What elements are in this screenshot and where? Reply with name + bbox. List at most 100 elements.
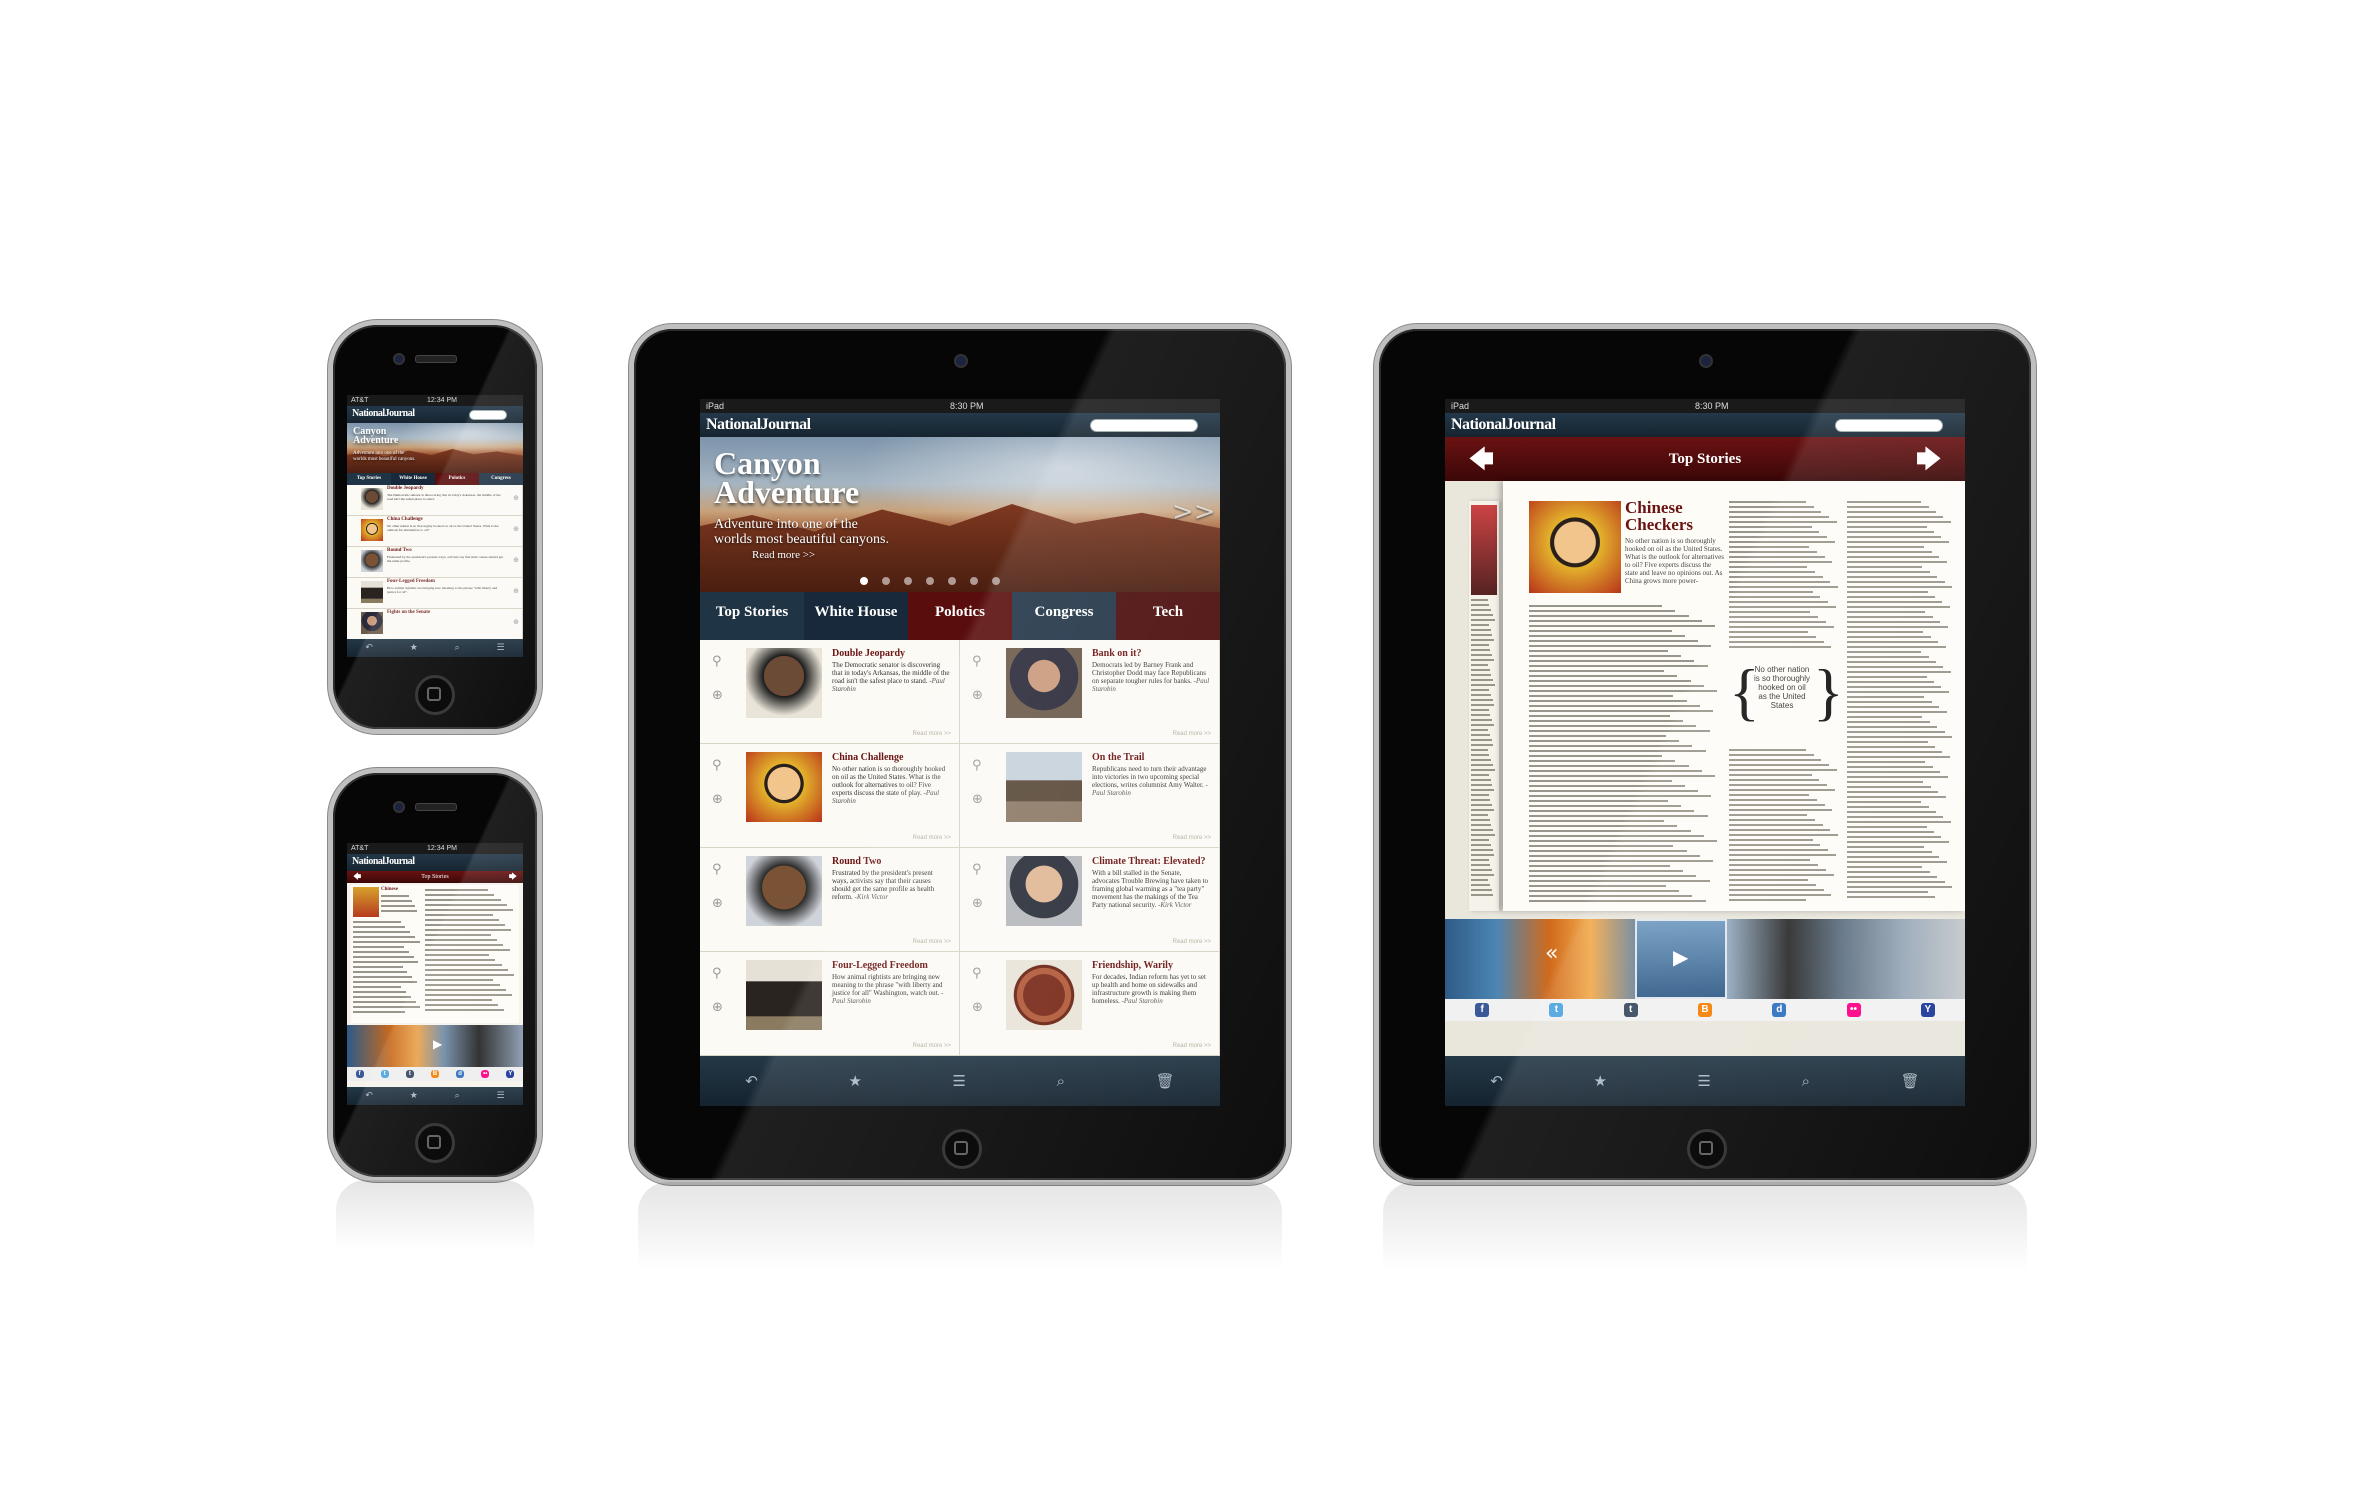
tab-white-house[interactable]: White House xyxy=(391,473,435,485)
story-card[interactable]: Four-Legged Freedom How animal rightists … xyxy=(347,578,523,609)
story-card[interactable]: ⚲ ⊕ Bank on it? Democrats led by Barney Fra… xyxy=(960,640,1220,744)
tab-polotics[interactable]: Polotics xyxy=(435,473,479,485)
read-more-link[interactable]: Read more >> xyxy=(913,731,951,737)
forward-arrow-icon[interactable]: 🡆 xyxy=(1916,437,1941,481)
story-card[interactable]: ⚲ ⊕ Double Jeopardy The Democratic senator … xyxy=(700,640,960,744)
photo-gallery[interactable]: ▶ xyxy=(347,1025,523,1067)
add-icon[interactable]: ⊕ xyxy=(972,792,983,807)
story-card[interactable]: Fights on the Senate ⊕ xyxy=(347,609,523,640)
search-input[interactable] xyxy=(1090,419,1198,432)
menu-icon[interactable]: ☰ xyxy=(497,643,505,653)
story-card[interactable]: ⚲ ⊕ Round Two Frustrated by the president's… xyxy=(700,848,960,952)
add-icon[interactable]: ⊕ xyxy=(712,792,723,807)
menu-icon[interactable]: ☰ xyxy=(1698,1072,1711,1090)
delicious-icon[interactable]: d xyxy=(1772,1003,1787,1017)
flickr-icon[interactable]: •• xyxy=(1846,1003,1861,1017)
attach-icon[interactable]: ⌕ xyxy=(1802,1072,1810,1090)
tab-polotics[interactable]: Polotics xyxy=(908,592,1012,640)
read-more-link[interactable]: Read more >> xyxy=(1173,939,1211,945)
clip-icon[interactable]: ⚲ xyxy=(712,654,722,669)
story-card[interactable]: ⚲ ⊕ On the Trail Republicans need to turn t… xyxy=(960,744,1220,848)
clip-icon[interactable]: ⚲ xyxy=(972,758,982,773)
flickr-icon[interactable]: •• xyxy=(481,1070,490,1078)
menu-icon[interactable]: ☰ xyxy=(497,1091,505,1101)
tumblr-icon[interactable]: t xyxy=(405,1070,414,1078)
twitter-icon[interactable]: t xyxy=(1549,1003,1564,1017)
play-icon[interactable]: ▶ xyxy=(433,1037,442,1051)
reply-icon[interactable]: ↶ xyxy=(1490,1072,1503,1090)
tab-congress[interactable]: Congress xyxy=(479,473,523,485)
page-dot[interactable] xyxy=(860,577,868,585)
story-card[interactable]: ⚲ ⊕ China Challenge No other nation is so t… xyxy=(700,744,960,848)
home-button[interactable] xyxy=(415,1123,455,1163)
menu-icon[interactable]: ☰ xyxy=(953,1072,966,1090)
tab-tech[interactable]: Tech xyxy=(1116,592,1220,640)
clip-icon[interactable]: ⚲ xyxy=(972,862,982,877)
home-button[interactable] xyxy=(415,675,455,715)
star-icon[interactable]: ★ xyxy=(1593,1072,1606,1090)
home-button[interactable] xyxy=(942,1129,982,1169)
add-icon[interactable]: ⊕ xyxy=(972,896,983,911)
story-card[interactable]: Round Two Frustrated by the president's p… xyxy=(347,547,523,578)
hero-banner[interactable]: Canyon Adventure Adventure into one of th… xyxy=(700,437,1220,592)
clip-icon[interactable]: ⚲ xyxy=(972,966,982,981)
facebook-icon[interactable]: f xyxy=(355,1070,364,1078)
search-input[interactable] xyxy=(1835,419,1943,432)
tab-top-stories[interactable]: Top Stories xyxy=(347,473,391,485)
tumblr-icon[interactable]: t xyxy=(1623,1003,1638,1017)
facebook-icon[interactable]: f xyxy=(1475,1003,1490,1017)
tab-top-stories[interactable]: Top Stories xyxy=(700,592,804,640)
read-more-link[interactable]: Read more >> xyxy=(1173,835,1211,841)
clip-icon[interactable]: ⚲ xyxy=(712,966,722,981)
read-more-link[interactable]: Read more >> xyxy=(913,1043,951,1049)
tab-white-house[interactable]: White House xyxy=(804,592,908,640)
page-dot[interactable] xyxy=(904,577,912,585)
attach-icon[interactable]: ⌕ xyxy=(1057,1072,1065,1090)
add-icon[interactable]: ⊕ xyxy=(513,525,519,533)
forward-arrow-icon[interactable]: 🡆 xyxy=(509,871,517,883)
read-more-link[interactable]: Read more >> xyxy=(1173,1043,1211,1049)
trash-icon[interactable]: 🗑 xyxy=(1156,1072,1175,1090)
add-icon[interactable]: ⊕ xyxy=(712,1000,723,1015)
add-icon[interactable]: ⊕ xyxy=(712,896,723,911)
tab-congress[interactable]: Congress xyxy=(1012,592,1116,640)
add-icon[interactable]: ⊕ xyxy=(972,688,983,703)
clip-icon[interactable]: ⚲ xyxy=(712,862,722,877)
clip-icon[interactable]: ⚲ xyxy=(712,758,722,773)
twitter-icon[interactable]: t xyxy=(380,1070,389,1078)
yahoo-icon[interactable]: Y xyxy=(506,1070,515,1078)
star-icon[interactable]: ★ xyxy=(410,643,418,653)
read-more-link[interactable]: Read more >> xyxy=(1173,731,1211,737)
read-more-link[interactable]: Read more >> xyxy=(913,835,951,841)
reply-icon[interactable]: ↶ xyxy=(365,643,373,653)
story-card[interactable]: ⚲ ⊕ Climate Threat: Elevated? With a bill s… xyxy=(960,848,1220,952)
blogger-icon[interactable]: B xyxy=(1697,1003,1712,1017)
next-slide-arrow[interactable]: >> xyxy=(1172,497,1216,527)
page-dot[interactable] xyxy=(970,577,978,585)
add-icon[interactable]: ⊕ xyxy=(972,1000,983,1015)
blogger-icon[interactable]: B xyxy=(430,1070,439,1078)
story-card[interactable]: ⚲ ⊕ Friendship, Warily For decades, Indian … xyxy=(960,952,1220,1056)
add-icon[interactable]: ⊕ xyxy=(513,494,519,502)
read-more-link[interactable]: Read more >> xyxy=(752,549,815,561)
story-card[interactable]: Double Jeopardy The Democratic senator is… xyxy=(347,485,523,516)
home-button[interactable] xyxy=(1687,1129,1727,1169)
page-dot[interactable] xyxy=(992,577,1000,585)
page-dot[interactable] xyxy=(948,577,956,585)
attach-icon[interactable]: ⌕ xyxy=(455,643,460,653)
play-icon[interactable]: ▶ xyxy=(1673,945,1688,969)
read-more-link[interactable]: Read more >> xyxy=(913,939,951,945)
rewind-icon[interactable]: « xyxy=(1545,941,1558,966)
page-dot[interactable] xyxy=(882,577,890,585)
add-icon[interactable]: ⊕ xyxy=(513,587,519,595)
yahoo-icon[interactable]: Y xyxy=(1920,1003,1935,1017)
star-icon[interactable]: ★ xyxy=(848,1072,861,1090)
add-icon[interactable]: ⊕ xyxy=(513,556,519,564)
back-arrow-icon[interactable]: 🡄 xyxy=(353,871,361,883)
add-icon[interactable]: ⊕ xyxy=(513,618,519,626)
back-arrow-icon[interactable]: 🡄 xyxy=(1469,437,1494,481)
delicious-icon[interactable]: d xyxy=(456,1070,465,1078)
story-card[interactable]: ⚲ ⊕ Four-Legged Freedom How animal rightist… xyxy=(700,952,960,1056)
attach-icon[interactable]: ⌕ xyxy=(455,1091,460,1101)
photo-gallery[interactable]: « ▶ xyxy=(1445,919,1965,999)
